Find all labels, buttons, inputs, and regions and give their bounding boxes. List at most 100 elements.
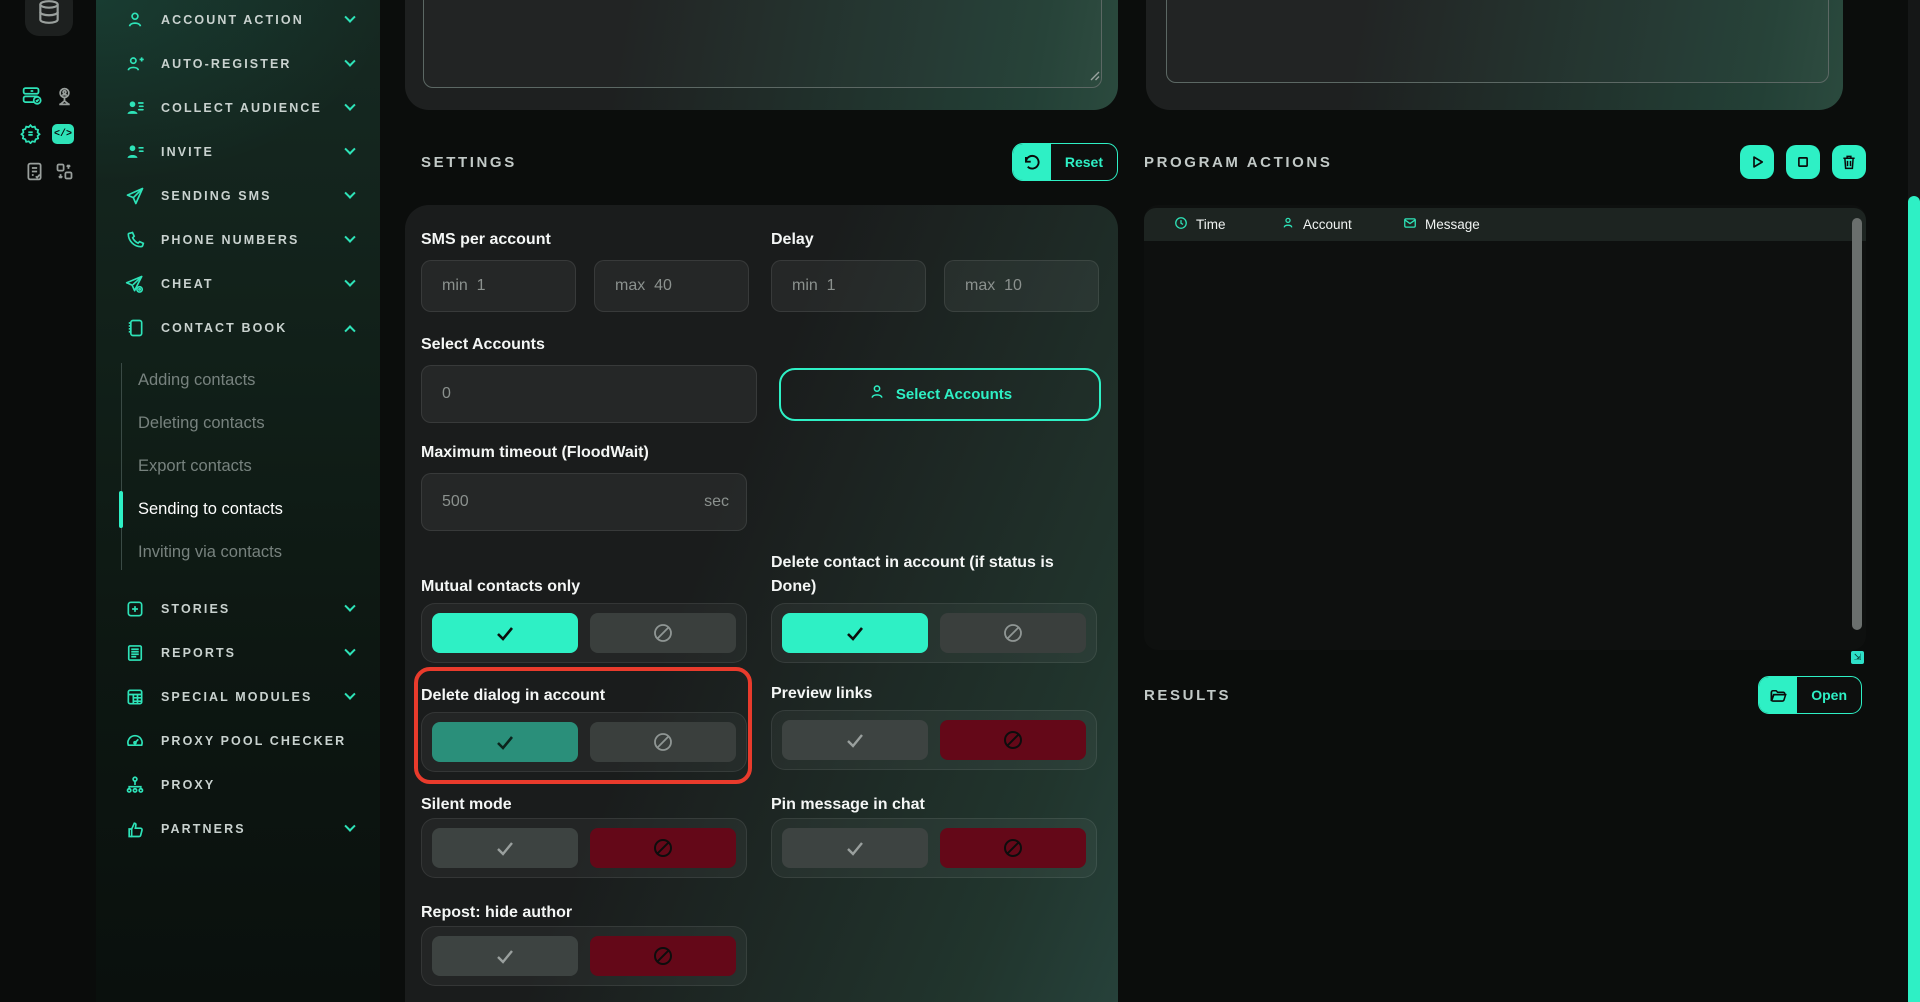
block-on-button[interactable] [940,720,1086,760]
submenu-item-inviting-via-contacts[interactable]: Inviting via contacts [96,531,380,574]
mutual-contacts-label: Mutual contacts only [421,575,747,599]
reset-label: Reset [1051,144,1117,180]
seconds-suffix: sec [704,493,729,511]
max-timeout-input[interactable] [421,473,747,531]
settings-title: SETTINGS [405,154,517,171]
reset-button[interactable]: Reset [1012,143,1118,181]
sidebar-item-collect-audience[interactable]: COLLECT AUDIENCE [96,86,380,130]
delete-dialog-toggle [421,712,747,772]
chevron-up-icon [344,325,355,336]
table-scrollbar[interactable] [1852,218,1862,630]
delay-min-input[interactable] [771,260,926,312]
submenu-item-deleting-contacts[interactable]: Deleting contacts [96,402,380,445]
program-actions-column: PROGRAM ACTIONS Time Account [1144,0,1866,1002]
repost-hide-author-toggle [421,926,747,986]
person-icon [868,383,886,405]
sidebar-item-account-action[interactable]: ACCOUNT ACTION [96,0,380,42]
block-off-button[interactable] [940,613,1086,653]
page-scrollbar[interactable] [1908,0,1920,1002]
chevron-down-icon [344,56,355,67]
block-off-button[interactable] [590,613,736,653]
delete-dialog-highlight-box: Delete dialog in account [414,667,752,784]
check-off-button[interactable] [782,720,928,760]
delay-label: Delay [771,228,1093,252]
open-button[interactable]: Open [1758,676,1862,714]
icon-rail: </> [0,0,96,1002]
sidebar-item-reports[interactable]: REPORTS [96,631,380,675]
sidebar-item-invite[interactable]: INVITE [96,130,380,174]
sidebar-item-cheat[interactable]: CHEAT [96,262,380,306]
chevron-down-icon [344,645,355,656]
sidebar-item-label: PARTNERS [161,822,246,836]
code-window-icon[interactable]: </> [52,123,74,145]
report-list-icon [124,643,145,664]
sidebar-item-auto-register[interactable]: AUTO-REGISTER [96,42,380,86]
chevron-down-icon [344,144,355,155]
swap-icon[interactable] [53,160,75,182]
block-off-button[interactable] [590,722,736,762]
server-icon[interactable] [20,84,42,106]
database-tile[interactable] [25,0,73,36]
resize-grip-icon[interactable] [1089,68,1100,86]
sms-min-input[interactable] [421,260,576,312]
sidebar-item-contact-book[interactable]: CONTACT BOOK [96,306,380,350]
sidebar-item-proxy-pool-checker[interactable]: PROXY POOL CHECKER [96,719,380,763]
pin-message-label: Pin message in chat [771,793,1093,817]
sidebar-item-phone-numbers[interactable]: PHONE NUMBERS [96,218,380,262]
submenu-item-label: Export contacts [138,457,252,476]
column-time: Time [1174,216,1281,233]
sidebar-item-stories[interactable]: STORIES [96,587,380,631]
play-button[interactable] [1740,145,1774,179]
select-accounts-button[interactable]: Select Accounts [779,368,1101,421]
gear-icon[interactable] [19,122,41,144]
secondary-textarea[interactable] [1166,0,1829,83]
check-off-button[interactable] [782,828,928,868]
chevron-down-icon [344,821,355,832]
trash-button[interactable] [1832,145,1866,179]
gauge-icon [124,731,145,752]
preview-links-label: Preview links [771,682,1093,706]
open-label: Open [1797,677,1861,713]
check-on-button[interactable] [432,722,578,762]
sidebar-item-proxy[interactable]: PROXY [96,763,380,807]
sidebar-item-label: SPECIAL MODULES [161,690,312,704]
check-on-button[interactable] [782,613,928,653]
stop-button[interactable] [1786,145,1820,179]
block-on-button[interactable] [940,828,1086,868]
delete-contact-label: Delete contact in account (if status is … [771,551,1093,599]
sidebar-item-label: CONTACT BOOK [161,321,287,335]
check-off-button[interactable] [432,936,578,976]
block-on-button[interactable] [590,828,736,868]
submenu-item-label: Sending to contacts [138,500,283,519]
delay-max-input[interactable] [944,260,1099,312]
page-scrollbar-thumb[interactable] [1908,196,1920,1002]
sms-max-input[interactable] [594,260,749,312]
sidebar-item-label: COLLECT AUDIENCE [161,101,322,115]
submenu-item-sending-to-contacts[interactable]: Sending to contacts [96,488,380,531]
sidebar-item-label: CHEAT [161,277,214,291]
column-label: Message [1425,217,1480,232]
check-on-button[interactable] [432,613,578,653]
sidebar-item-special-modules[interactable]: SPECIAL MODULES [96,675,380,719]
delete-contact-toggle [771,603,1097,663]
check-off-button[interactable] [432,828,578,868]
submenu-item-export-contacts[interactable]: Export contacts [96,445,380,488]
program-actions-table: Time Account Message ⇲ [1144,205,1866,650]
accounts-count-input[interactable] [421,365,757,423]
block-on-button[interactable] [590,936,736,976]
submenu-item-adding-contacts[interactable]: Adding contacts [96,359,380,402]
sidebar-item-partners[interactable]: PARTNERS [96,807,380,851]
max-timeout-label: Maximum timeout (FloodWait) [421,441,1118,465]
mutual-contacts-toggle [421,603,747,663]
clipboard-check-icon[interactable] [23,160,45,182]
sidebar-item-label: REPORTS [161,646,236,660]
results-header: RESULTS Open [1144,676,1862,714]
table-resize-grip[interactable]: ⇲ [1851,651,1864,664]
sidebar-item-label: PROXY [161,778,215,792]
phone-icon [124,230,145,251]
chevron-down-icon [344,276,355,287]
sidebar-item-sending-sms[interactable]: SENDING SMS [96,174,380,218]
message-textarea[interactable] [423,0,1102,88]
column-label: Account [1303,217,1352,232]
person-network-icon[interactable] [53,85,75,107]
